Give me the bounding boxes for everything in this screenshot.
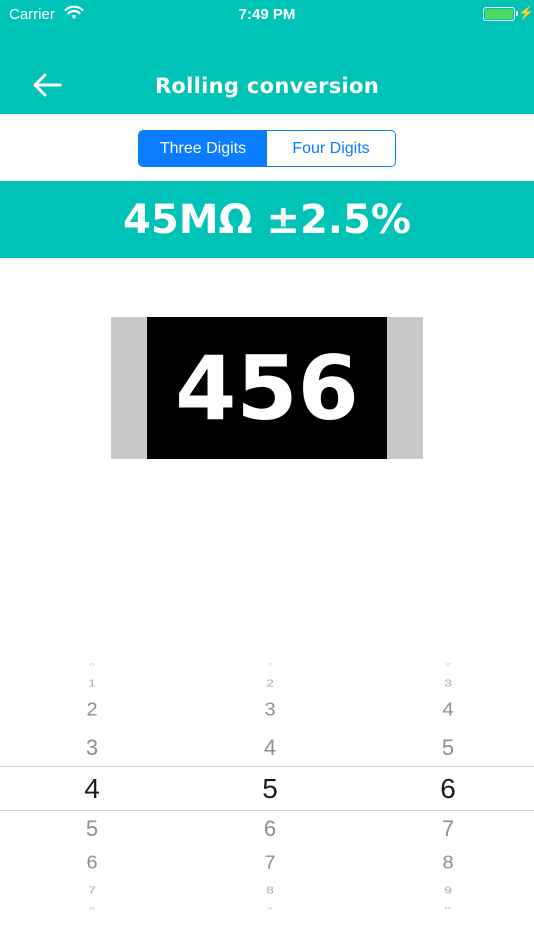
- page-title: Rolling conversion: [154, 74, 380, 98]
- picker-option[interactable]: 6: [62, 853, 122, 874]
- picker-option[interactable]: 7: [418, 816, 478, 842]
- picker-option[interactable]: 2: [62, 700, 122, 721]
- picker-column-1[interactable]: 0 1 2 3 4 5 6 7 8: [62, 655, 122, 920]
- status-bar: Carrier 7:49 PM ⚡: [0, 0, 534, 30]
- charging-bolt-icon: ⚡: [518, 5, 534, 20]
- picker-option[interactable]: 5: [240, 773, 300, 805]
- picker-option[interactable]: 2: [418, 663, 478, 667]
- segment-three-digits[interactable]: Three Digits: [139, 131, 267, 166]
- picker-option[interactable]: 2: [240, 677, 300, 688]
- picker-option[interactable]: 3: [418, 677, 478, 688]
- picker-option[interactable]: 4: [62, 773, 122, 805]
- resistance-value: 45MΩ ±2.5%: [123, 196, 411, 243]
- smd-resistor: 456: [111, 317, 423, 459]
- resistor-code: 456: [175, 336, 359, 440]
- picker-option[interactable]: 9: [418, 884, 478, 895]
- segment-four-digits[interactable]: Four Digits: [267, 131, 395, 166]
- battery-icon: [483, 7, 518, 21]
- picker-option[interactable]: 1: [62, 677, 122, 688]
- picker-option[interactable]: 6: [240, 816, 300, 842]
- picker-column-3[interactable]: 2 3 4 5 6 7 8 9 R: [418, 655, 478, 920]
- picker-option[interactable]: 7: [62, 884, 122, 895]
- picker-option[interactable]: 3: [240, 700, 300, 721]
- picker-option[interactable]: 7: [240, 853, 300, 874]
- picker-option[interactable]: 5: [62, 816, 122, 842]
- digits-segmented-control: Three Digits Four Digits: [138, 130, 396, 167]
- picker-option[interactable]: 9: [240, 907, 300, 911]
- picker-option[interactable]: 6: [418, 773, 478, 805]
- picker-option[interactable]: 5: [418, 735, 478, 761]
- picker-option[interactable]: 4: [240, 735, 300, 761]
- picker-option[interactable]: 8: [62, 907, 122, 911]
- clock-time: 7:49 PM: [238, 6, 296, 23]
- picker-option[interactable]: 3: [62, 735, 122, 761]
- picker-option[interactable]: 8: [418, 853, 478, 874]
- resistance-result: 45MΩ ±2.5%: [0, 181, 534, 258]
- resistor-body: 456: [147, 317, 387, 459]
- digit-picker[interactable]: 0 1 2 3 4 5 6 7 8 1 2 3 4 5 6 7 8 9 2 3 4 5 6 7 8 9 R: [0, 655, 534, 920]
- nav-bar: Rolling conversion: [0, 30, 534, 114]
- picker-option[interactable]: 0: [62, 663, 122, 667]
- picker-option[interactable]: R: [418, 907, 478, 911]
- picker-option[interactable]: 4: [418, 700, 478, 721]
- picker-option[interactable]: 1: [240, 663, 300, 667]
- picker-column-2[interactable]: 1 2 3 4 5 6 7 8 9: [240, 655, 300, 920]
- picker-option[interactable]: 8: [240, 884, 300, 895]
